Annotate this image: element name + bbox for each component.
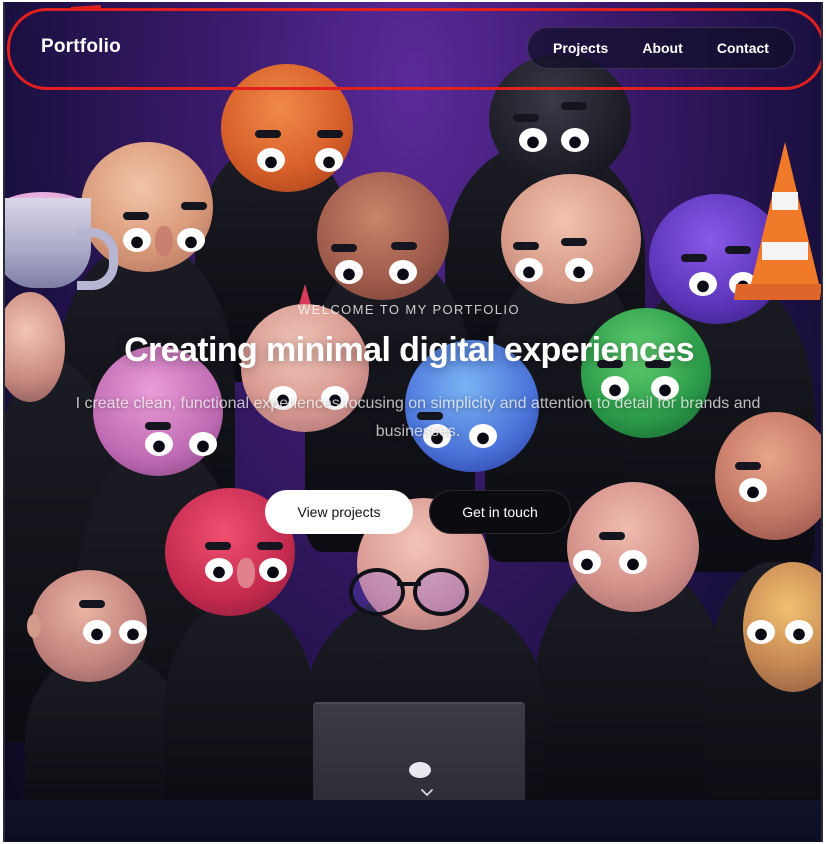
character-eye (739, 478, 767, 502)
character-eye (747, 620, 775, 644)
chevron-down-icon-svg (421, 789, 433, 796)
character-nose (155, 226, 173, 256)
traffic-cone (749, 142, 821, 292)
character-brow (735, 462, 761, 470)
site-header: Portfolio Projects About Contact (5, 2, 821, 92)
character-brow (317, 130, 343, 138)
chevron-down-icon[interactable] (421, 786, 433, 798)
character-eye (389, 260, 417, 284)
traffic-cone-base (733, 284, 821, 300)
character-eye (515, 258, 543, 282)
character-brow (181, 202, 207, 210)
character-glasses (413, 568, 469, 616)
character-brow (123, 212, 149, 220)
laptop (313, 702, 525, 812)
cup-handle (77, 228, 118, 290)
character-eye (619, 550, 647, 574)
character-brow (513, 242, 539, 250)
character-brow (513, 114, 539, 122)
apple-logo-icon (409, 762, 431, 778)
character-eye (315, 148, 343, 172)
hero-subtitle: I create clean, functional experiences f… (75, 395, 761, 440)
character-brow (599, 532, 625, 540)
character-eye (177, 228, 205, 252)
character-brow (561, 238, 587, 246)
hero-eyebrow: WELCOME TO MY PORTFOLIO (298, 302, 520, 317)
character-eye (519, 128, 547, 152)
character-body (165, 602, 315, 822)
character-brow (255, 130, 281, 138)
character-eye (573, 550, 601, 574)
hero-section: WELCOME TO MY PORTFOLIO Creating minimal… (5, 302, 821, 446)
character-eye (259, 558, 287, 582)
character-head (567, 482, 699, 612)
floor (5, 800, 821, 842)
red-highlight-annotation-tail (70, 4, 102, 11)
character-eye (565, 258, 593, 282)
character-eye (561, 128, 589, 152)
character-eye (205, 558, 233, 582)
character-eye (785, 620, 813, 644)
character-brow (391, 242, 417, 250)
cta-group: View projects Get in touch (265, 490, 571, 534)
character-brow (681, 254, 707, 262)
character-eye (335, 260, 363, 284)
nav-link-contact[interactable]: Contact (717, 40, 769, 56)
character-brow (331, 244, 357, 252)
character-glasses-bridge (397, 582, 421, 586)
browser-viewport: Portfolio Projects About Contact WELCOME… (3, 2, 823, 842)
character-brow (725, 246, 751, 254)
character-eye (119, 620, 147, 644)
get-in-touch-button[interactable]: Get in touch (429, 490, 571, 534)
brand-logo[interactable]: Portfolio (41, 36, 121, 58)
view-projects-button[interactable]: View projects (265, 490, 413, 534)
character-head (317, 172, 449, 300)
character-eye (83, 620, 111, 644)
nav-link-about[interactable]: About (642, 40, 682, 56)
character-glasses (349, 568, 405, 616)
traffic-cone-stripe (762, 242, 808, 260)
hero-title: Creating minimal digital experiences (124, 331, 694, 369)
nav-link-projects[interactable]: Projects (553, 40, 608, 56)
traffic-cone-stripe (772, 192, 798, 210)
character-brow (561, 102, 587, 110)
nav-pill: Projects About Contact (527, 27, 795, 69)
character-eye (257, 148, 285, 172)
character-brow (205, 542, 231, 550)
character-eye (689, 272, 717, 296)
character-brow (257, 542, 283, 550)
character-eye (123, 228, 151, 252)
character-brow (79, 600, 105, 608)
character-nose (237, 558, 255, 588)
character-ear (27, 614, 41, 638)
